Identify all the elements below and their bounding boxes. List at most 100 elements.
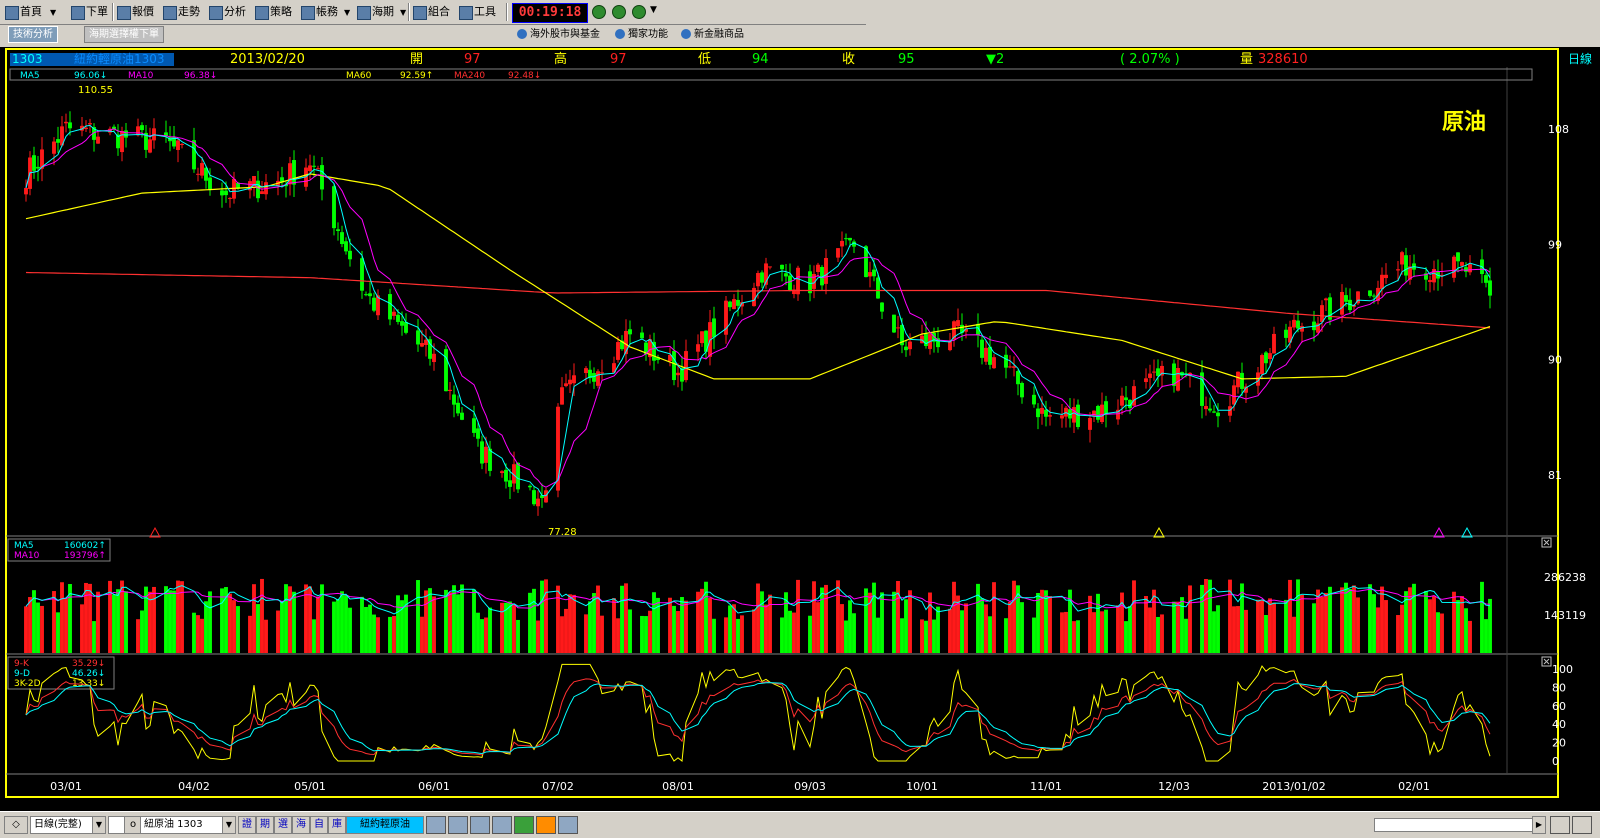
candle-body [768,266,772,268]
toolbar-tools-button[interactable]: 工具 [458,3,496,21]
candlestick-chart[interactable]: 1303 紐約輕原油1303 2013/02/20 開 97 高 97 低 94… [0,47,1600,813]
toolbar-analysis-button[interactable]: 分析 [208,3,246,21]
volume-bar [24,606,28,653]
tab-technical-analysis[interactable]: 技術分析 [8,26,58,43]
ma60-label: MA60 [346,71,372,81]
toolbar-quote-button[interactable]: 報價 [116,3,154,21]
zoom-in-icon[interactable] [1550,816,1570,834]
candle-body [1148,373,1152,378]
volume-bar [148,591,152,653]
toolbar-strategy-button[interactable]: 策略 [254,3,292,21]
chevron-down-icon[interactable]: ▼ [344,8,350,17]
kd-tick-label: 0 [1552,755,1559,768]
exclusive-feature-link[interactable]: 獨家功能 [614,27,668,42]
print-icon[interactable] [558,816,578,834]
candle-body [980,339,984,358]
horizontal-scrollbar[interactable] [1374,818,1534,832]
pen-icon[interactable] [448,816,468,834]
toolbar-account-button[interactable]: 帳務 ▼ [300,3,350,21]
ma10-label: MA10 [128,71,154,81]
chevron-down-icon[interactable]: ▼ [92,816,106,834]
ma5-line [25,124,1491,497]
toolbar-combo-button[interactable]: 組合 [412,3,450,21]
strategy-icon [255,6,269,20]
candle-body [1124,397,1128,401]
candle-body [780,264,784,270]
candle-body [880,302,884,312]
zoom-out-icon[interactable] [1572,816,1592,834]
toolbar-futures-button[interactable]: 海期 ▼ [356,3,406,21]
toolbar-trend-button[interactable]: 走勢 [162,3,200,21]
volume-bar [360,596,364,653]
line-tool-icon[interactable] [470,816,490,834]
volume-bar [1032,617,1036,653]
refresh-icon[interactable] [592,5,606,19]
excel-icon[interactable] [514,816,534,834]
candle-body [448,389,452,391]
volume-bar [880,592,884,653]
custom-button[interactable]: 自 [310,816,328,834]
chevron-down-icon[interactable]: ▼ [650,5,657,15]
volume-bar [740,615,744,653]
volume-value: 328610 [1258,52,1308,67]
volume-bar [1340,587,1344,653]
tab-futures-order[interactable]: 海期選擇權下單 [84,26,164,43]
toolbar-home-button[interactable]: 首頁 ▼ [4,3,56,21]
low-label: 低 [698,52,711,67]
volume-bar [1204,579,1208,653]
ma60-value: 92.59↑ [400,71,433,81]
volume-bar [388,616,392,653]
toolbar-order-button[interactable]: 下單 [70,3,108,21]
futures-button[interactable]: 期 [256,816,274,834]
volume-bar [668,597,672,653]
next-icon[interactable] [632,5,646,19]
period-select[interactable]: 日線(完整) [30,816,96,834]
chevron-down-icon[interactable]: ▼ [400,8,406,17]
volume-bar [232,600,236,653]
volume-bar [536,620,540,653]
compare-icon[interactable] [536,816,556,834]
volume-bar [948,608,952,653]
candle-body [88,123,92,125]
volume-bar [1424,590,1428,653]
volume-bar [780,617,784,653]
candle-body [1380,274,1384,290]
volume-bar [544,579,548,653]
volume-bar [644,616,648,653]
quick-quote-box[interactable]: 紐約輕原油 [346,816,424,834]
period-label[interactable]: 日線 [1568,51,1592,66]
stock-button[interactable]: 證 [238,816,256,834]
toolbar-separator [506,3,508,21]
volume-bar [616,618,620,653]
eraser-icon[interactable] [492,816,512,834]
candle-body [1320,305,1324,322]
candle-body [732,299,736,310]
candle-body [600,372,604,374]
scroll-right-icon[interactable]: ▶ [1532,816,1546,834]
volume-bar [572,594,576,653]
volume-bar [500,602,504,653]
volume-bar [252,584,256,653]
volume-bar [708,597,712,653]
crosshair-icon[interactable] [426,816,446,834]
product-select[interactable]: 紐原油 1303 [140,816,226,834]
panel-toggle-icon[interactable]: ◇ [4,816,28,834]
new-products-link[interactable]: 新金融商品 [680,27,744,42]
volume-bar [1260,599,1264,653]
chevron-down-icon[interactable]: ▼ [222,816,236,834]
close-icon[interactable] [1543,539,1550,546]
library-button[interactable]: 庫 [328,816,346,834]
candle-body [444,349,448,392]
volume-bar [568,594,572,653]
overseas-button[interactable]: 海 [292,816,310,834]
clock-display: 00:19:18 [512,3,588,23]
volume-bar [932,619,936,653]
candle-body [348,250,352,260]
volume-bar [176,580,180,653]
play-icon[interactable] [612,5,626,19]
overseas-market-link[interactable]: 海外股市與基金 [516,27,600,42]
options-button[interactable]: 選 [274,816,292,834]
candle-body [544,490,548,503]
chevron-down-icon[interactable]: ▼ [50,8,56,17]
close-icon[interactable] [1543,658,1550,665]
